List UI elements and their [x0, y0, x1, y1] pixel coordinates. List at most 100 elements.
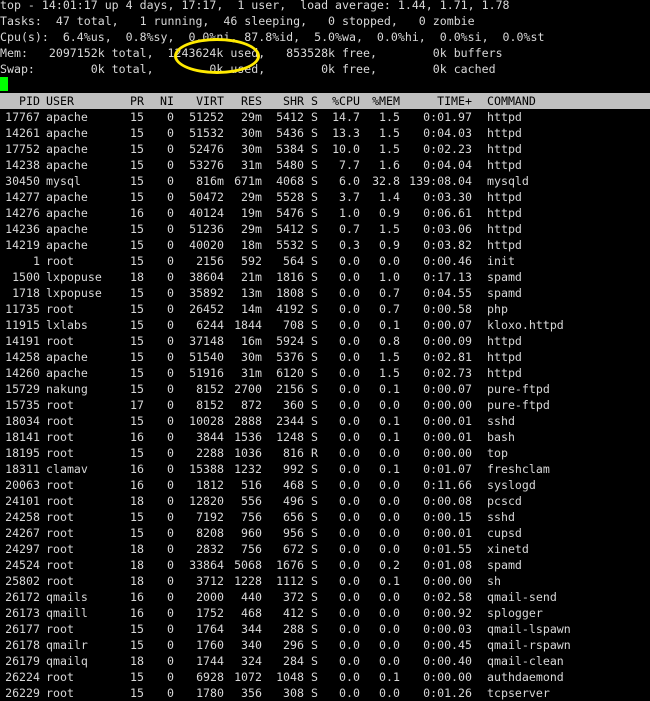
process-time: 0:00.46	[423, 254, 472, 268]
process-state: S	[311, 478, 318, 492]
process-virt: 52476	[189, 142, 224, 156]
process-res: 1844	[234, 318, 262, 332]
process-ni: 0	[167, 574, 174, 588]
process-state: S	[311, 126, 318, 140]
process-mem: 0.1	[379, 462, 400, 476]
process-pid: 14191	[5, 334, 40, 348]
process-pid: 26173	[5, 606, 40, 620]
process-time: 0:03.06	[423, 222, 472, 236]
process-user: qmaill	[46, 606, 88, 620]
process-time: 139:08.04	[409, 174, 472, 188]
process-virt: 12820	[189, 494, 224, 508]
header-cpu: %CPU	[332, 94, 360, 108]
process-command: qmail-clean	[487, 654, 564, 668]
process-virt: 10028	[189, 414, 224, 428]
process-mem: 0.9	[379, 206, 400, 220]
header-pid: PID	[19, 94, 40, 108]
process-pr: 16	[130, 206, 144, 220]
process-command: httpd	[487, 110, 522, 124]
process-state: S	[311, 526, 318, 540]
process-shr: 5376	[276, 350, 304, 364]
process-virt: 2000	[196, 590, 224, 604]
process-res: 14m	[241, 302, 262, 316]
process-mem: 1.5	[379, 142, 400, 156]
process-time: 0:00.01	[423, 414, 472, 428]
process-time: 0:03.82	[423, 238, 472, 252]
process-pr: 15	[130, 446, 144, 460]
process-shr: 1248	[276, 430, 304, 444]
terminal-window[interactable]: top - 14:01:17 up 4 days, 17:17, 1 user,…	[0, 0, 650, 700]
process-state: S	[311, 286, 318, 300]
process-user: root	[46, 622, 74, 636]
process-time: 0:00.09	[423, 334, 472, 348]
process-pid: 1718	[12, 286, 40, 300]
process-res: 756	[241, 542, 262, 556]
terminal-cursor	[0, 77, 8, 91]
process-pr: 15	[130, 334, 144, 348]
process-time: 0:00.00	[423, 446, 472, 460]
process-row: 18141 root 16 0 3844 1536 1248 S 0.0 0.1 0:00.01 ba…	[0, 429, 650, 445]
process-state: S	[311, 462, 318, 476]
process-mem: 0.0	[379, 542, 400, 556]
process-state: S	[311, 302, 318, 316]
process-state: S	[311, 510, 318, 524]
process-mem: 1.5	[379, 350, 400, 364]
process-virt: 1764	[196, 622, 224, 636]
process-virt: 2832	[196, 542, 224, 556]
process-ni: 0	[167, 382, 174, 396]
process-shr: 5532	[276, 238, 304, 252]
process-shr: 5476	[276, 206, 304, 220]
process-cpu: 0.0	[339, 414, 360, 428]
process-pid: 15729	[5, 382, 40, 396]
process-mem: 0.0	[379, 446, 400, 460]
process-cpu: 14.7	[332, 110, 360, 124]
process-command: httpd	[487, 238, 522, 252]
process-pid: 20063	[5, 478, 40, 492]
process-cpu: 0.0	[339, 590, 360, 604]
process-row: 1 root 15 0 2156 592 564 S 0.0 0.0 0:00.46 init	[0, 253, 650, 269]
process-time: 0:02.23	[423, 142, 472, 156]
process-row: 14258 apache 15 0 51540 30m 5376 S 0.0 1.5 0:02.81…	[0, 349, 650, 365]
process-ni: 0	[167, 622, 174, 636]
process-user: root	[46, 558, 74, 572]
process-user: root	[46, 574, 74, 588]
process-state: S	[311, 350, 318, 364]
process-pid: 14219	[5, 238, 40, 252]
process-command: mysqld	[487, 174, 529, 188]
process-res: 671m	[234, 174, 262, 188]
process-pid: 25802	[5, 574, 40, 588]
process-user: apache	[46, 238, 88, 252]
process-res: 31m	[241, 366, 262, 380]
process-mem: 0.7	[379, 302, 400, 316]
process-ni: 0	[167, 478, 174, 492]
process-mem: 0.1	[379, 382, 400, 396]
process-time: 0:00.15	[423, 510, 472, 524]
process-time: 0:04.55	[423, 286, 472, 300]
process-pid: 18141	[5, 430, 40, 444]
process-pr: 15	[130, 366, 144, 380]
process-user: apache	[46, 142, 88, 156]
process-cpu: 13.3	[332, 126, 360, 140]
process-user: apache	[46, 110, 88, 124]
process-res: 872	[241, 398, 262, 412]
process-virt: 8208	[196, 526, 224, 540]
process-shr: 4068	[276, 174, 304, 188]
process-pid: 26172	[5, 590, 40, 604]
process-ni: 0	[167, 430, 174, 444]
process-virt: 1760	[196, 638, 224, 652]
process-ni: 0	[167, 334, 174, 348]
process-user: apache	[46, 190, 88, 204]
process-ni: 0	[167, 222, 174, 236]
process-virt: 26452	[189, 302, 224, 316]
process-res: 344	[241, 622, 262, 636]
process-shr: 412	[283, 606, 304, 620]
process-state: S	[311, 222, 318, 236]
process-shr: 5412	[276, 222, 304, 236]
process-shr: 1808	[276, 286, 304, 300]
process-time: 0:00.00	[423, 670, 472, 684]
process-pr: 15	[130, 142, 144, 156]
process-mem: 0.1	[379, 670, 400, 684]
process-row: 14276 apache 16 0 40124 19m 5476 S 1.0 0.9 0:06.61…	[0, 205, 650, 221]
mem-used-highlight-circle	[174, 38, 260, 74]
process-res: 29m	[241, 190, 262, 204]
